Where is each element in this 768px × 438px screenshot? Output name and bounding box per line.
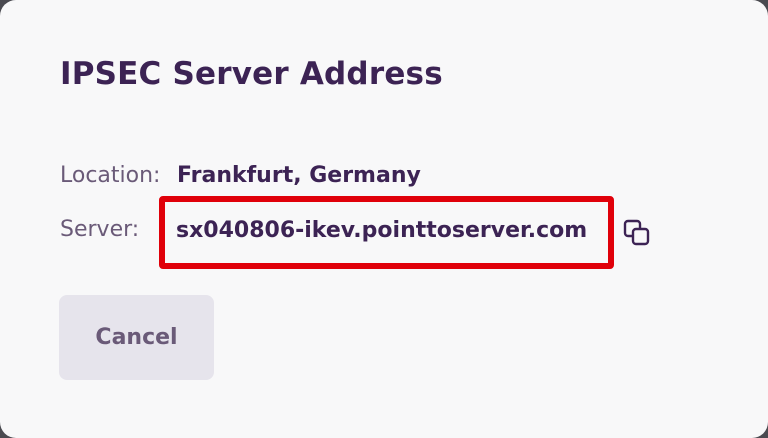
location-row: Location: Frankfurt, Germany xyxy=(60,163,421,188)
server-address-value[interactable]: sx040806-ikev.pointtoserver.com xyxy=(176,218,587,243)
server-row: Server: xyxy=(60,217,139,242)
location-label: Location: xyxy=(60,163,161,188)
ipsec-server-dialog: IPSEC Server Address Location: Frankfurt… xyxy=(0,0,768,438)
dialog-title: IPSEC Server Address xyxy=(60,56,443,92)
copy-icon xyxy=(623,219,650,246)
cancel-button[interactable]: Cancel xyxy=(59,295,214,380)
location-value: Frankfurt, Germany xyxy=(177,163,421,188)
copy-button[interactable] xyxy=(620,216,654,250)
server-label: Server: xyxy=(60,217,140,242)
